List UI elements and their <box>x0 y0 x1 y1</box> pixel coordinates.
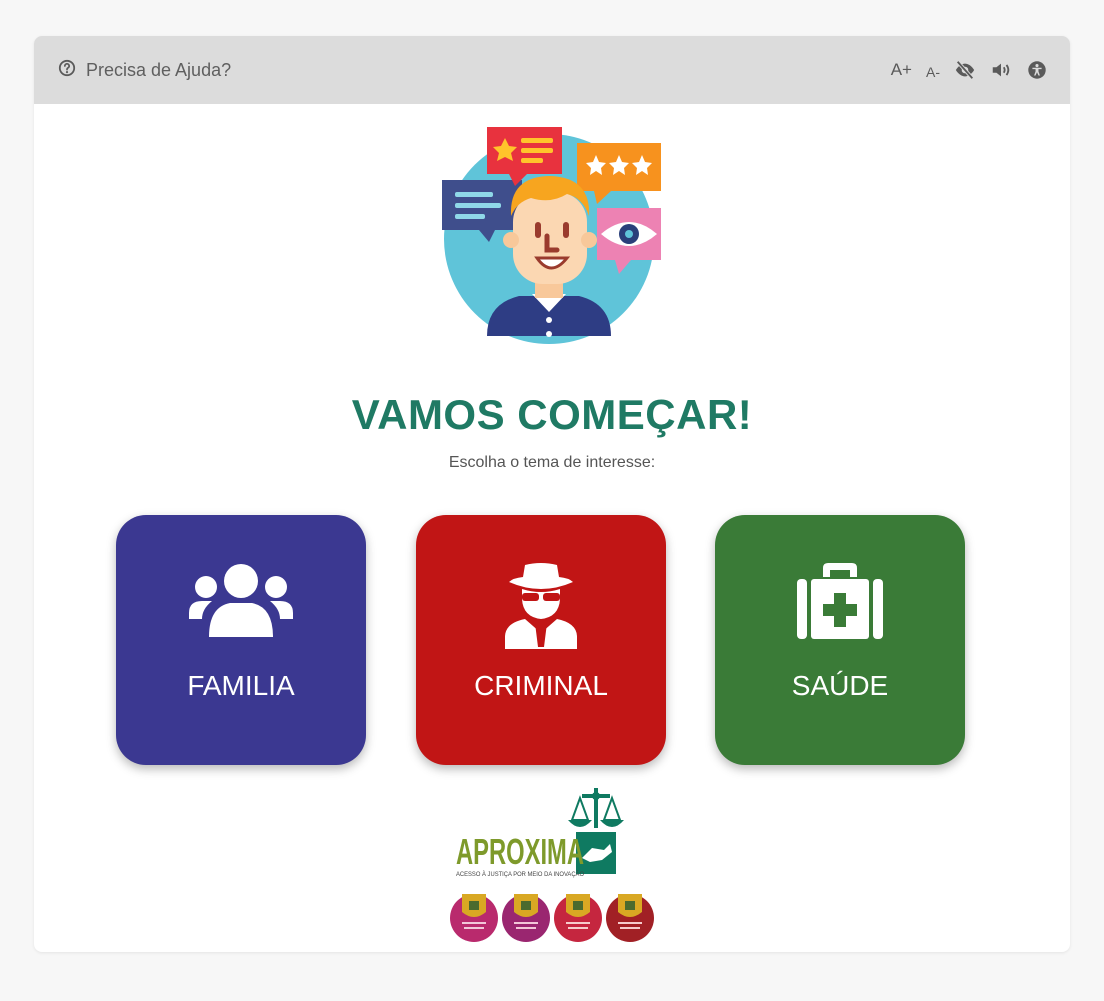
accessibility-toolbar: A+ A- <box>877 56 1048 84</box>
accessibility-icon[interactable] <box>1026 59 1048 81</box>
certification-badge <box>554 894 602 942</box>
topic-button-criminal[interactable]: CRIMINAL <box>416 515 666 765</box>
certification-badges <box>448 888 658 943</box>
logo-text: APROXIMA <box>456 831 584 872</box>
contrast-eye-icon[interactable] <box>954 59 976 81</box>
page-title: VAMOS COMEÇAR! <box>351 391 753 438</box>
help-label: Precisa de Ajuda? <box>86 59 232 80</box>
topic-label: SAÚDE <box>791 670 889 701</box>
family-users-icon <box>116 563 366 649</box>
logo-tagline: ACESSO À JUSTIÇA POR MEIO DA INOVAÇÃO <box>456 871 584 878</box>
aproxima-logo: APROXIMA ACESSO À JUSTIÇA POR MEIO DA IN… <box>454 788 654 883</box>
main-card: Precisa de Ajuda? A+ A- VAMOS COMEÇAR! E… <box>34 36 1070 952</box>
topic-button-familia[interactable]: FAMILIA <box>116 515 366 765</box>
certification-badge <box>606 894 654 942</box>
font-increase-button[interactable]: A+ <box>891 60 912 80</box>
topic-label: CRIMINAL <box>474 670 608 701</box>
page-subtitle: Escolha o tema de interesse: <box>448 454 656 471</box>
top-bar: Precisa de Ajuda? A+ A- <box>34 36 1070 104</box>
font-decrease-button[interactable]: A- <box>926 64 940 80</box>
help-link[interactable]: Precisa de Ajuda? <box>58 58 231 82</box>
certification-badge <box>450 894 498 942</box>
hero-illustration <box>439 124 664 349</box>
audio-speaker-icon[interactable] <box>990 59 1012 81</box>
topic-label: FAMILIA <box>187 670 295 701</box>
spy-detective-icon <box>416 563 666 649</box>
help-circle-icon <box>58 59 76 82</box>
medical-kit-icon <box>715 563 965 649</box>
certification-badge <box>502 894 550 942</box>
topic-button-saude[interactable]: SAÚDE <box>715 515 965 765</box>
